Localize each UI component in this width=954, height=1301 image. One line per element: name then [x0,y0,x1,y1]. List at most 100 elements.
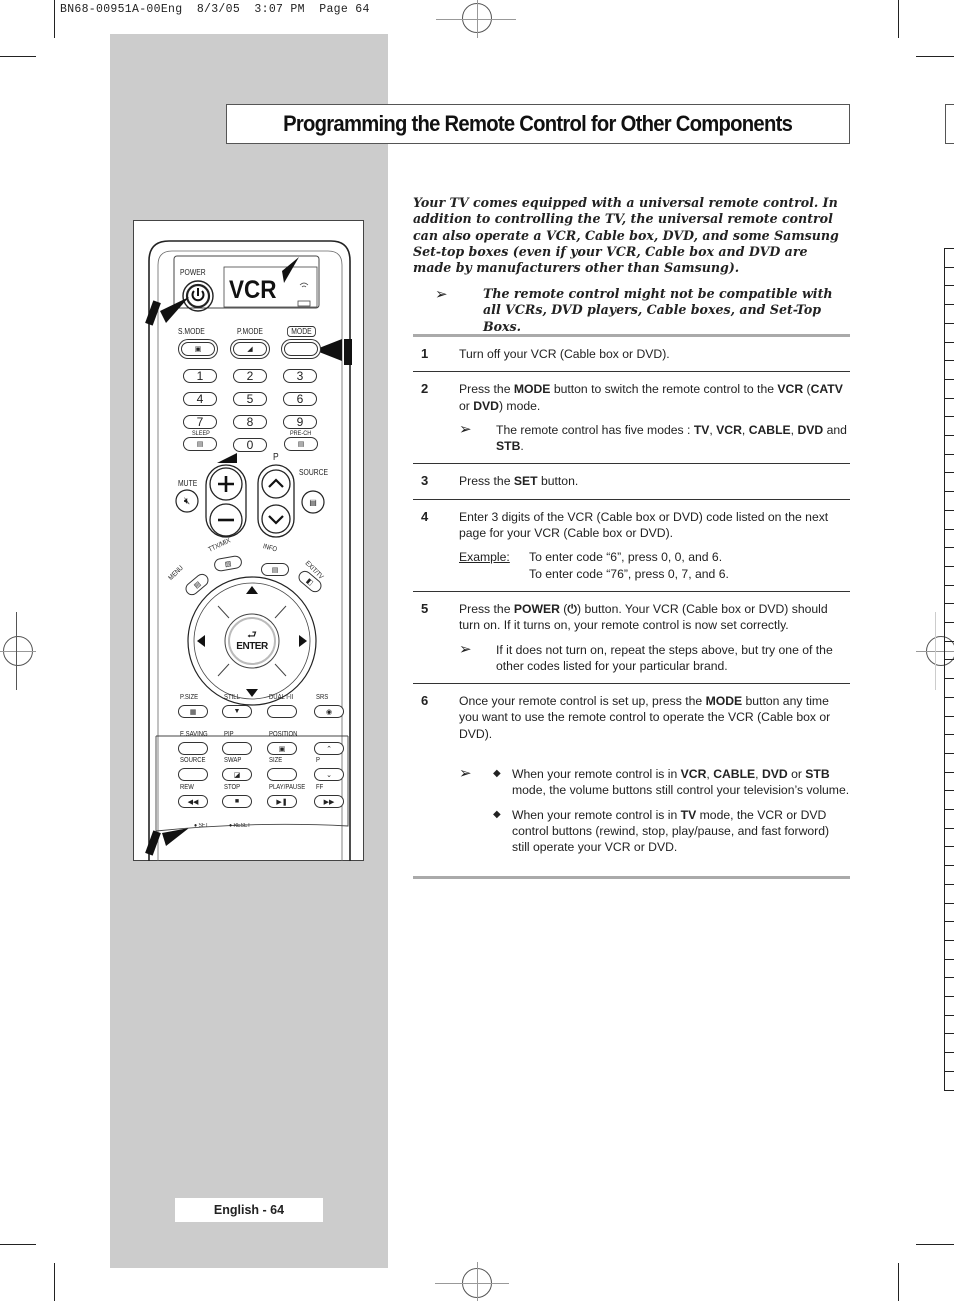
bullet-text: When your remote control is in TV mode, … [512,807,850,856]
step-body: Turn off your VCR (Cable box or DVD). [459,346,850,362]
channel-up-button[interactable] [262,470,290,498]
diamond-bullet-icon: ◆ [493,808,501,820]
digit-button-1[interactable]: 1 [183,369,217,383]
edge-tick [945,453,954,455]
step-item: 4 Enter 3 digits of the VCR (Cable box or… [413,500,850,592]
edge-tick [945,528,954,530]
crop-mark [898,0,899,38]
bullet-text: When your remote control is in VCR, CABL… [512,766,850,799]
still-button[interactable]: ▼ [222,705,252,718]
digit-button-3[interactable]: 3 [283,369,317,383]
text-run: Press the [459,601,514,616]
step-text: Press the SET button. [459,473,850,489]
swap-button[interactable]: ◪ [222,768,252,781]
position-button[interactable]: ▣ [267,742,297,755]
edge-tick [945,378,954,380]
source2-button[interactable] [178,768,208,781]
step-text: Once your remote control is set up, pres… [459,693,850,742]
esaving-label: E.SAVING [180,731,208,738]
p2-label: P [316,757,320,764]
bold-term: TV [680,807,697,822]
set-label-text: SET [198,823,209,829]
volume-up-button[interactable] [210,468,242,500]
edge-tick [945,472,954,474]
step-body: Press the POWER (⏻) button. Your VCR (Ca… [459,601,850,674]
edge-tick [945,266,954,268]
text-run: ) mode. [498,398,541,413]
left-button[interactable] [192,621,214,661]
edge-tick [945,696,954,698]
info-button[interactable]: ▤ [261,563,289,576]
channel-down-button[interactable] [262,505,290,533]
edge-tick [945,547,954,549]
mode-label: MODE [287,326,316,337]
digit-button-4[interactable]: 4 [183,392,217,406]
text-run: button to switch the remote control to t… [550,382,778,397]
edge-tick [945,397,954,399]
digit-button-0[interactable]: 0 [233,438,267,452]
step-body: Enter 3 digits of the VCR (Cable box or … [459,509,850,582]
bold-term: CATV [810,382,843,397]
step-item: 5 Press the POWER (⏻) button. Your VCR (C… [413,592,850,685]
p2-button[interactable]: ⌄ [314,768,344,781]
text-run: or [787,767,806,782]
digit-button-9[interactable]: 9 [283,415,317,429]
digit-button-5[interactable]: 5 [233,392,267,406]
digit-button-2[interactable]: 2 [233,369,267,383]
digit-button-7[interactable]: 7 [183,415,217,429]
step-note: ➢ The remote control has five modes : TV,… [459,421,850,455]
bold-term: STB [496,439,521,454]
edge-tick [945,248,954,249]
text-run: , [755,767,762,782]
edge-tick [945,1089,954,1091]
edge-tick [945,678,954,680]
source-button[interactable]: ▤ [302,491,324,513]
prech-button[interactable]: ▤ [284,437,318,451]
step-item: 6 Once your remote control is set up, pre… [413,684,850,879]
page-number: English - 64 [175,1198,323,1222]
psize-button[interactable]: ▦ [178,705,208,718]
rew-button[interactable]: ◀◀ [178,795,208,808]
edge-tick [945,827,954,829]
edge-index-box [945,104,954,144]
dual-button[interactable] [267,705,297,718]
digit-button-8[interactable]: 8 [233,415,267,429]
text-run: Press the [459,382,514,397]
edge-tick [945,659,954,661]
psize-label: P.SIZE [180,694,199,701]
bold-term: MODE [513,382,551,397]
registration-line [0,651,36,652]
edge-tick [945,715,954,717]
edge-tick [945,902,954,904]
right-button[interactable] [290,621,312,661]
sleep-label: SLEEP [192,430,210,437]
up-button[interactable] [232,579,272,601]
step-item: 3 Press the SET button. [413,464,850,500]
sleep-button[interactable]: ▤ [183,437,217,451]
power-button[interactable] [182,280,214,312]
edge-tick [945,1052,954,1054]
bold-term: CABLE [713,767,756,782]
mute-button[interactable]: 🔇︎ [176,490,198,512]
digit-button-6[interactable]: 6 [283,392,317,406]
position-up-button[interactable]: ⌃ [314,742,344,755]
ff-button[interactable]: ▶▶ [314,795,344,808]
registration-line [436,19,516,20]
edge-tick [945,771,954,773]
step-number: 1 [421,346,429,361]
volume-down-button[interactable] [210,504,242,536]
mode-button[interactable] [284,342,318,356]
size-button[interactable] [267,768,297,781]
pmode-button[interactable]: ◢ [233,342,267,356]
smode-button[interactable]: ▣ [181,342,215,356]
bullet-item: ◆ When your remote control is in TV mode,… [492,807,850,856]
enter-button[interactable]: ⮐ ENTER [227,616,277,666]
pip-button[interactable] [222,742,252,755]
esaving-button[interactable] [178,742,208,755]
playpause-button[interactable]: ▶❚ [267,795,297,808]
srs-button[interactable]: ◉ [314,705,344,718]
stop-button[interactable]: ■ [222,795,252,808]
page-title: Programming the Remote Control for Other… [283,111,794,136]
edge-tick [945,603,954,605]
edge-tick [945,809,954,810]
